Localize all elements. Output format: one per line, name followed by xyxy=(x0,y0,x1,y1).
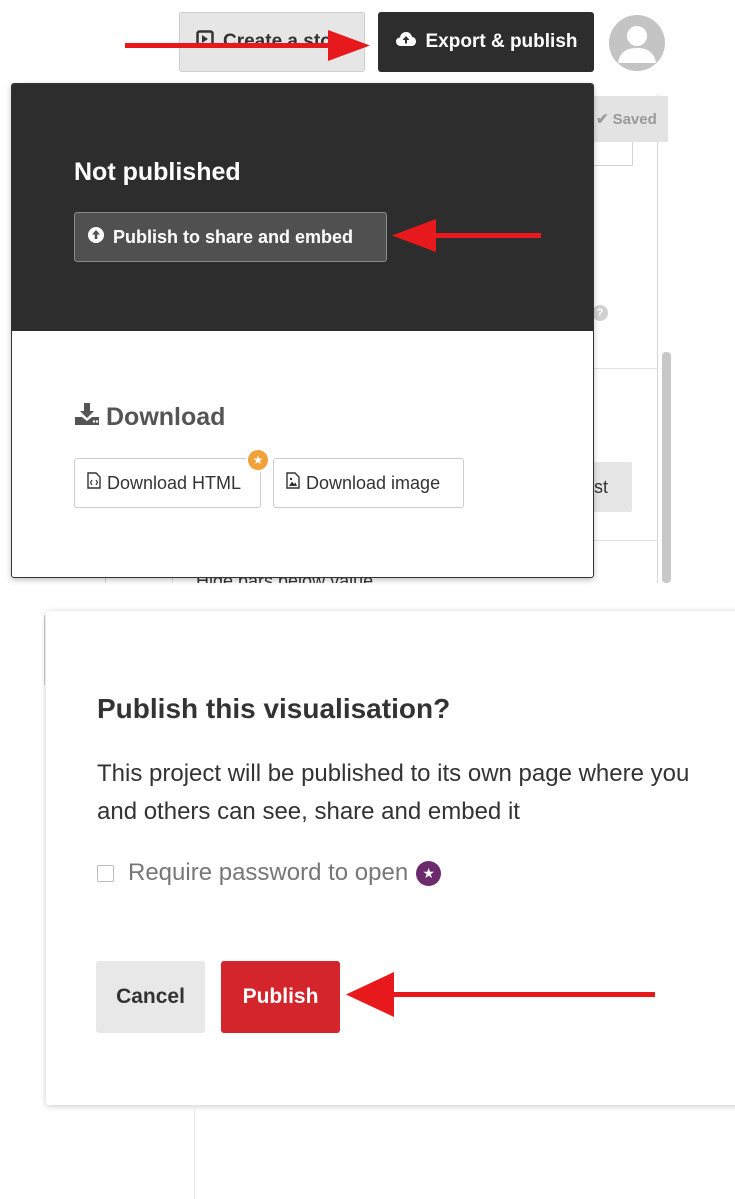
download-heading: Download xyxy=(74,402,225,433)
download-title: Download xyxy=(106,403,226,431)
divider xyxy=(194,1105,195,1199)
dialog-description: This project will be published to its ow… xyxy=(97,760,690,825)
publish-dialog: Publish this visualisation? This project… xyxy=(46,611,735,1105)
export-publish-button[interactable]: Export & publish xyxy=(378,12,594,72)
editor-panel-edge xyxy=(657,95,658,583)
publish-to-share-button[interactable]: Publish to share and embed xyxy=(74,212,387,262)
require-password-checkbox[interactable] xyxy=(97,864,114,882)
require-password-label: Require password to open xyxy=(128,859,409,886)
divider xyxy=(590,368,658,369)
premium-star-icon: ★ xyxy=(416,860,442,886)
cancel-button[interactable]: Cancel xyxy=(96,961,205,1033)
create-story-label: Create a sto xyxy=(223,31,332,52)
divider xyxy=(590,540,658,541)
cloud-upload-icon xyxy=(395,30,417,54)
export-dropdown: Not published Publish to share and embed… xyxy=(11,83,594,578)
saved-indicator: ✔ Saved xyxy=(590,96,668,142)
scrollbar[interactable] xyxy=(662,352,671,583)
cancel-label: Cancel xyxy=(116,985,185,1008)
image-file-icon xyxy=(286,472,300,494)
require-password-option[interactable]: Require password to open ★ xyxy=(97,859,442,887)
help-icon[interactable]: ? xyxy=(592,305,608,321)
publish-status-title: Not published xyxy=(74,158,241,186)
modal-backdrop-edge xyxy=(44,615,45,685)
publish-section xyxy=(12,84,593,331)
publish-button[interactable]: Publish xyxy=(221,961,340,1033)
saved-label: Saved xyxy=(612,110,657,128)
download-image-label: Download image xyxy=(306,472,441,493)
publish-label: Publish xyxy=(242,985,319,1008)
code-file-icon xyxy=(87,472,101,494)
story-icon xyxy=(196,30,214,54)
create-story-button[interactable]: Create a sto xyxy=(179,12,365,72)
editor-button-label: st xyxy=(594,476,609,497)
publish-to-share-label: Publish to share and embed xyxy=(113,226,354,247)
editor-input-field[interactable] xyxy=(590,142,633,166)
download-icon xyxy=(74,402,100,433)
download-image-button[interactable]: Download image xyxy=(273,458,464,508)
export-publish-label: Export & publish xyxy=(425,31,578,52)
premium-star-icon: ★ xyxy=(246,448,270,472)
download-html-button[interactable]: Download HTML xyxy=(74,458,261,508)
dialog-title: Publish this visualisation? xyxy=(97,693,451,724)
editor-button[interactable]: st xyxy=(590,462,632,512)
download-html-label: Download HTML xyxy=(107,472,242,493)
arrow-up-circle-icon xyxy=(87,226,105,249)
checkmark-icon: ✔ xyxy=(596,111,609,128)
user-avatar-icon[interactable] xyxy=(609,15,665,71)
